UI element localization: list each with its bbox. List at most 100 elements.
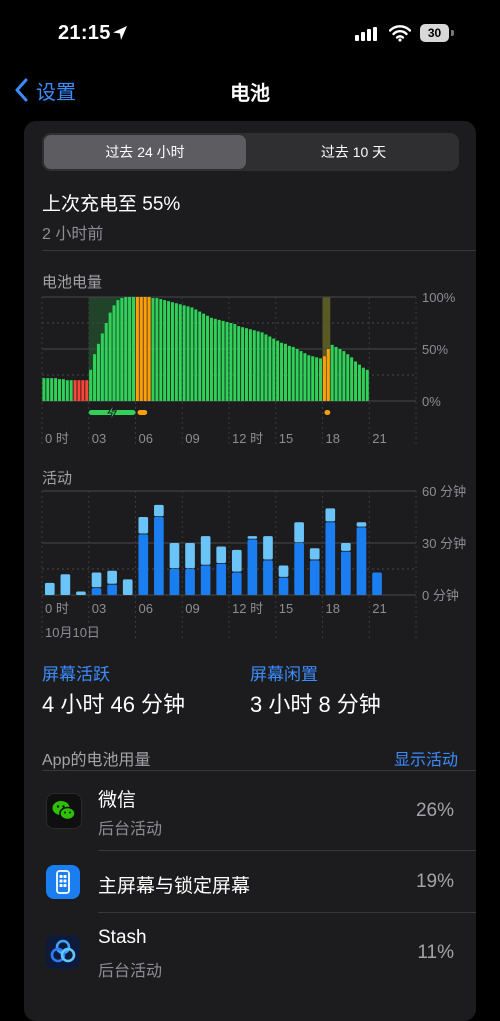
screen-active-bar [107, 584, 117, 595]
battery-bar [65, 380, 69, 401]
battery-bar [237, 326, 241, 401]
battery-bar [311, 356, 315, 401]
battery-bar [291, 346, 295, 401]
screen-active-value: 4 小时 46 分钟 [42, 692, 186, 717]
x-tick-label: 15 [279, 601, 293, 616]
screen-idle-bar [138, 517, 149, 534]
screen-active-bar [138, 534, 149, 595]
app-percentage: 26% [415, 800, 454, 821]
battery-bar [81, 380, 85, 401]
battery-bar [221, 320, 225, 401]
activity-chart[interactable]: 60 分钟 30 分钟 0 分钟 0 时 03 06 09 12 时 15 18 21 10月10日 [24, 481, 476, 656]
battery-bar [202, 313, 206, 401]
battery-bar [151, 298, 155, 401]
cellular-signal-icon [355, 27, 377, 41]
battery-bar [264, 334, 268, 401]
home-screen-icon [46, 865, 80, 899]
battery-level-chart[interactable]: 100% 50% 0% 0 时 03 06 09 12 时 15 18 21 [24, 287, 476, 447]
screen-active-label: 屏幕活跃 [42, 665, 110, 684]
app-row-wechat[interactable]: 微信 后台活动 26% [24, 771, 476, 851]
last-charge-title: 上次充电至 55% [42, 194, 181, 215]
x-tick-label: 18 [326, 601, 340, 616]
navigation-bar: 设置 电池 [0, 68, 500, 112]
battery-bar [256, 331, 260, 401]
stash-icon [46, 935, 80, 969]
screen-active-bar [154, 517, 164, 595]
y-tick-label: 50% [422, 342, 448, 357]
battery-bar [361, 367, 365, 401]
battery-bar [357, 364, 361, 401]
screen-idle-bar [356, 522, 367, 527]
battery-bar [93, 354, 97, 401]
battery-bar [198, 311, 202, 401]
battery-bar [272, 338, 276, 401]
battery-bar [233, 324, 237, 401]
x-tick-label: 21 [372, 601, 386, 616]
x-tick-label: 0 时 [45, 601, 69, 616]
battery-bar [206, 315, 210, 401]
battery-bar [248, 329, 252, 401]
battery-bar [61, 379, 65, 401]
tab-last-10-days[interactable]: 过去 10 天 [250, 135, 457, 169]
battery-bar [57, 379, 61, 401]
battery-bar [143, 297, 147, 401]
show-activity-link[interactable]: 显示活动 [394, 746, 458, 770]
battery-bar [112, 305, 116, 401]
battery-bar [108, 312, 112, 401]
x-tick-label: 18 [326, 431, 340, 446]
screen-active-bar [309, 560, 320, 595]
app-row-stash[interactable]: Stash 后台活动 11% [24, 913, 476, 993]
x-tick-label: 15 [279, 431, 293, 446]
location-arrow-icon [113, 26, 127, 40]
battery-bar [307, 355, 311, 401]
screen-active-bar [263, 560, 273, 595]
battery-bar [260, 332, 264, 401]
last-charge-time: 2 小时前 [42, 226, 104, 243]
battery-bar [354, 361, 358, 401]
battery-bar [100, 333, 104, 401]
x-tick-label: 03 [92, 601, 106, 616]
screen-idle-bar [247, 536, 258, 539]
screen-idle-bar [200, 536, 211, 565]
battery-bar [334, 346, 338, 401]
battery-bar [287, 345, 291, 401]
screen-idle-bar [44, 582, 55, 595]
battery-bar [139, 297, 143, 401]
screen-active-bar [169, 569, 180, 595]
battery-bar [194, 309, 198, 401]
x-tick-label: 09 [185, 601, 199, 616]
date-label: 10月10日 [45, 625, 100, 640]
status-bar: 21:15 30 [0, 0, 500, 70]
y-tick-label: 0% [422, 394, 441, 409]
battery-bar [178, 304, 182, 401]
battery-bar [365, 369, 369, 401]
battery-bar [147, 297, 151, 401]
battery-bar [190, 307, 194, 401]
y-tick-label: 100% [422, 290, 456, 305]
app-usage-header: App的电池用量 [42, 752, 151, 769]
battery-bar [77, 380, 81, 401]
battery-bar [116, 300, 120, 401]
battery-bar [346, 354, 350, 401]
screen-active-bar [200, 565, 211, 595]
battery-bar [299, 351, 303, 401]
x-tick-label: 09 [185, 431, 199, 446]
screen-active-bar [231, 572, 242, 595]
app-row-home-screen[interactable]: 主屏幕与锁定屏幕 19% [24, 851, 476, 913]
battery-bar [132, 297, 135, 401]
tab-last-24-hours[interactable]: 过去 24 小时 [44, 135, 246, 169]
screen-idle-bar [263, 536, 273, 560]
screen-idle-bar [154, 504, 164, 517]
screen-idle-bar [169, 543, 180, 569]
battery-bar [89, 369, 93, 401]
battery-bar [322, 356, 326, 401]
screen-idle-bar [60, 574, 71, 595]
charging-bolt-icon [107, 403, 118, 422]
battery-bar [276, 340, 280, 401]
x-tick-label: 06 [139, 431, 153, 446]
battery-bar [217, 319, 221, 401]
battery-bar [268, 336, 272, 401]
time-range-segmented-control: 过去 24 小时 过去 10 天 [42, 133, 459, 171]
screen-active-bar [216, 563, 227, 595]
battery-bar [182, 305, 186, 401]
